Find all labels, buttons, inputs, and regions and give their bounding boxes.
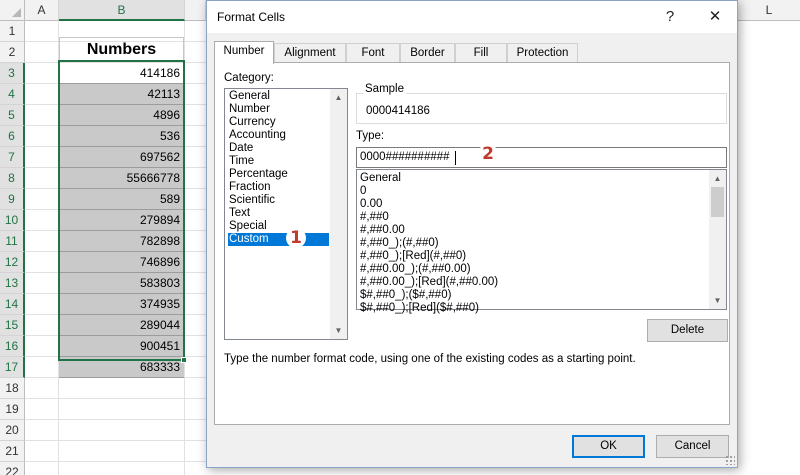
scroll-up-icon[interactable]: ▲ — [330, 89, 347, 106]
row-header[interactable]: 9 — [0, 189, 25, 210]
format-code-item[interactable]: $#,##0_);($#,##0) — [360, 289, 451, 302]
selection-border — [58, 60, 185, 361]
format-list-scrollbar[interactable]: ▲ ▼ — [709, 170, 726, 309]
help-button[interactable]: ? — [648, 1, 692, 33]
row-header[interactable]: 20 — [0, 420, 25, 441]
format-code-item[interactable]: #,##0.00_);(#,##0.00) — [360, 263, 471, 276]
tab-alignment[interactable]: Alignment — [274, 43, 346, 63]
row-header[interactable]: 22 — [0, 462, 25, 475]
category-item[interactable]: Number — [228, 103, 329, 116]
category-list[interactable]: General Number Currency Accounting Date Time P… — [224, 88, 348, 340]
format-code-item[interactable]: #,##0_);(#,##0) — [360, 237, 439, 250]
row-header[interactable]: 21 — [0, 441, 25, 462]
row-header[interactable]: 11 — [0, 231, 25, 252]
row-header[interactable]: 18 — [0, 378, 25, 399]
fill-handle[interactable] — [181, 357, 187, 363]
sample-label: Sample — [363, 83, 406, 95]
row-header[interactable]: 10 — [0, 210, 25, 231]
row-header[interactable]: 3 — [0, 63, 25, 84]
row-header[interactable]: 15 — [0, 315, 25, 336]
tab-font[interactable]: Font — [346, 43, 400, 63]
format-code-item[interactable]: 0.00 — [360, 198, 382, 211]
text-caret — [455, 151, 456, 165]
category-scrollbar[interactable]: ▲ ▼ — [330, 89, 347, 339]
step-1-badge: 1 — [286, 228, 306, 248]
column-header-c[interactable] — [185, 0, 206, 21]
format-code-list[interactable]: General 0 0.00 #,##0 #,##0.00 #,##0_);(#,##0)… — [356, 169, 727, 314]
format-code-item[interactable]: 0 — [360, 185, 366, 198]
ok-button[interactable]: OK — [572, 435, 645, 458]
category-label: Category: — [224, 72, 274, 84]
tab-border[interactable]: Border — [400, 43, 455, 63]
category-item[interactable]: Currency — [228, 116, 329, 129]
select-all-corner[interactable] — [0, 0, 25, 21]
category-item[interactable]: Special — [228, 220, 329, 233]
tab-number[interactable]: Number — [214, 41, 274, 64]
category-item[interactable]: Scientific — [228, 194, 329, 207]
type-input[interactable]: 0000########## — [356, 147, 727, 168]
sample-value: 0000414186 — [366, 105, 430, 117]
sample-box: 0000414186 — [356, 93, 727, 124]
scroll-down-icon[interactable]: ▼ — [330, 322, 347, 339]
dialog-titlebar[interactable]: Format Cells ? ✕ — [207, 1, 737, 33]
tab-protection[interactable]: Protection — [507, 43, 578, 63]
scroll-down-icon[interactable]: ▼ — [709, 292, 726, 309]
column-header-a[interactable]: A — [25, 0, 59, 21]
dialog-title: Format Cells — [217, 10, 286, 24]
row-header[interactable]: 5 — [0, 105, 25, 126]
format-code-item[interactable]: #,##0.00 — [360, 224, 405, 237]
row-header[interactable]: 6 — [0, 126, 25, 147]
row-header[interactable]: 16 — [0, 336, 25, 357]
row-header[interactable]: 4 — [0, 84, 25, 105]
row-header[interactable]: 13 — [0, 273, 25, 294]
row-header[interactable]: 1 — [0, 21, 25, 42]
row-header[interactable]: 19 — [0, 399, 25, 420]
delete-button[interactable]: Delete — [647, 319, 728, 342]
row-header[interactable]: 12 — [0, 252, 25, 273]
scroll-thumb[interactable] — [711, 187, 724, 217]
format-code-item[interactable]: #,##0.00_);[Red](#,##0.00) — [360, 276, 498, 289]
category-item[interactable]: Time — [228, 155, 329, 168]
category-item[interactable]: Date — [228, 142, 329, 155]
format-code-item[interactable]: #,##0_);[Red](#,##0) — [360, 250, 466, 263]
format-code-item[interactable]: General — [360, 172, 401, 185]
close-button[interactable]: ✕ — [693, 1, 737, 33]
resize-grip-icon[interactable] — [725, 455, 735, 465]
format-code-item[interactable]: #,##0 — [360, 211, 389, 224]
scroll-up-icon[interactable]: ▲ — [709, 170, 726, 187]
row-header[interactable]: 7 — [0, 147, 25, 168]
category-item[interactable]: Percentage — [228, 168, 329, 181]
cancel-button[interactable]: Cancel — [656, 435, 729, 458]
category-item[interactable]: Fraction — [228, 181, 329, 194]
hint-text: Type the number format code, using one o… — [224, 353, 636, 365]
numbers-header-cell[interactable]: Numbers — [59, 37, 184, 61]
tab-fill[interactable]: Fill — [455, 43, 507, 63]
category-item[interactable]: General — [228, 90, 329, 103]
format-code-item[interactable]: $#,##0_);[Red]($#,##0) — [360, 302, 479, 315]
column-header-b[interactable]: B — [59, 0, 185, 21]
type-label: Type: — [356, 130, 385, 142]
row-header[interactable]: 2 — [0, 42, 25, 63]
type-input-value: 0000########## — [360, 151, 450, 163]
category-item[interactable]: Custom — [228, 233, 329, 246]
column-header-l[interactable]: L — [738, 0, 800, 21]
category-item[interactable]: Text — [228, 207, 329, 220]
row-header[interactable]: 8 — [0, 168, 25, 189]
row-header[interactable]: 17 — [0, 357, 25, 378]
delete-label: Delete — [670, 324, 705, 336]
step-2-badge: 2 — [478, 144, 498, 164]
category-item[interactable]: Accounting — [228, 129, 329, 142]
row-header[interactable]: 14 — [0, 294, 25, 315]
